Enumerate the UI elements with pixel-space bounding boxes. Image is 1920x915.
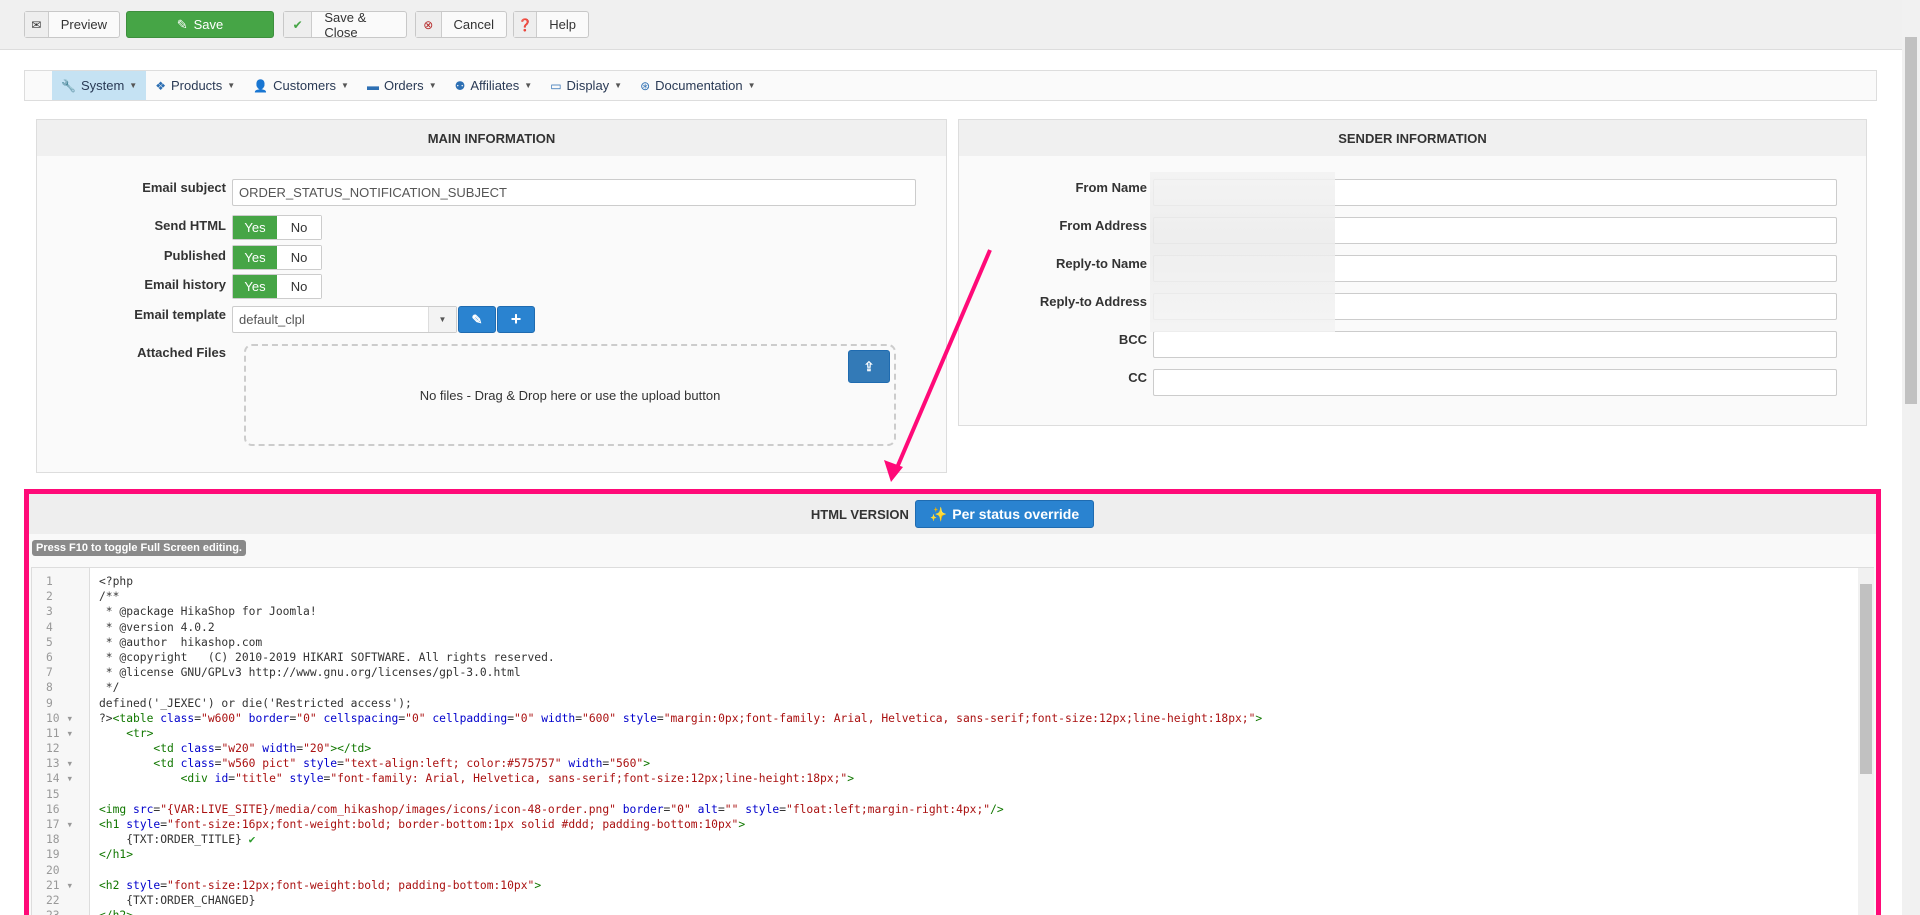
- code-editor[interactable]: 1 <?php 2/** 3 * @package HikaShop for Joom…: [31, 567, 1874, 915]
- code-text: * @version 4.0.2: [99, 620, 215, 634]
- code-line: 7 * @license GNU/GPLv3 http://www.gnu.or…: [32, 665, 1854, 680]
- code-line: 23</h2>: [32, 908, 1854, 915]
- line-number: 12: [46, 742, 60, 756]
- line-number: 13 ▾: [46, 757, 74, 771]
- editor-scrollbar[interactable]: [1858, 568, 1874, 915]
- code-text: * @copyright (C) 2010-2019 HIKARI SOFTWA…: [99, 650, 555, 664]
- page-scrollbar[interactable]: [1902, 0, 1920, 915]
- line-number: 4: [46, 620, 53, 634]
- line-number: 15: [46, 787, 60, 801]
- code-line: 8 */: [32, 680, 1854, 695]
- section-title: HTML VERSION: [810, 506, 909, 522]
- code-line: 6 * @copyright (C) 2010-2019 HIKARI SOFT…: [32, 650, 1854, 665]
- code-line: 13 ▾ <td class="w560 pict" style="text-a…: [32, 756, 1854, 771]
- html-version-header: HTML VERSION ✨ Per status override: [29, 494, 1876, 534]
- code-line: 10 ▾ ?><table class="w600" border="0" cel…: [32, 711, 1854, 726]
- line-number: 22: [46, 893, 60, 907]
- code-line: 9 defined('_JEXEC') or die('Restricted ac…: [32, 696, 1854, 711]
- line-number: 3: [46, 605, 53, 619]
- html-version-section: HTML VERSION ✨ Per status override Press …: [24, 489, 1881, 915]
- code-text: <h1 style="font-size:16px;font-weight:bo…: [99, 818, 746, 831]
- code-text: */: [99, 681, 120, 695]
- code-text: ?><table class="w600" border="0" cellspa…: [99, 711, 1263, 725]
- code-line: 20: [32, 863, 1854, 878]
- code-text: <?php: [99, 575, 134, 588]
- line-number: 5: [46, 635, 53, 649]
- code-line: 21 ▾ <h2 style="font-size:12px;font-weigh…: [32, 878, 1854, 893]
- code-text: <td class="w20" width="20"></td>: [153, 742, 372, 756]
- code-text: <h2 style="font-size:12px;font-weight:bo…: [99, 878, 542, 892]
- code-text: <tr>: [126, 726, 154, 740]
- code-text: * @author hikashop.com: [99, 635, 263, 649]
- line-number: 17 ▾: [46, 818, 74, 831]
- line-number: 23: [32, 908, 90, 915]
- code-text: defined('_JEXEC') or die('Restricted acc…: [99, 696, 412, 710]
- code-line: 22 {TXT:ORDER_CHANGED}: [32, 893, 1854, 908]
- line-number: 11 ▾: [46, 726, 74, 740]
- code-line: 2 /**: [32, 589, 1854, 604]
- code-text: * @package HikaShop for Joomla!: [99, 605, 317, 619]
- line-number: 21 ▾: [46, 878, 74, 892]
- line-number: 18: [46, 833, 60, 847]
- line-number: 16: [46, 802, 60, 816]
- code-text: {TXT:ORDER_TITLE} ✔: [99, 833, 256, 847]
- line-number: 10 ▾: [46, 711, 74, 725]
- code-text: </h2>: [90, 908, 133, 915]
- code-line: 18 {TXT:ORDER_TITLE} ✔: [32, 832, 1854, 847]
- line-number: 6: [46, 650, 53, 664]
- code-line: 17 ▾ <h1 style="font-size:16px;font-weigh…: [32, 817, 1854, 832]
- code-line: 19 </h1>: [32, 847, 1854, 862]
- code-line: 12 <td class="w20" width="20"></td>: [32, 741, 1854, 756]
- code-line: 11 ▾ <tr>: [32, 726, 1854, 741]
- code-text: {TXT:ORDER_CHANGED}: [99, 893, 256, 907]
- line-number: 9: [46, 696, 53, 710]
- line-number: 7: [46, 666, 53, 680]
- line-number: 20: [46, 863, 60, 877]
- code-text: /**: [99, 590, 120, 604]
- per-status-override-button[interactable]: ✨ Per status override: [914, 500, 1095, 528]
- code-line: 16 <img src="{VAR:LIVE_SITE}/media/com_hi…: [32, 802, 1854, 817]
- code-line: 3 * @package HikaShop for Joomla!: [32, 604, 1854, 619]
- line-number: 14 ▾: [46, 772, 74, 786]
- line-number: 2: [46, 590, 53, 604]
- fullscreen-hint: Press F10 to toggle Full Screen editing.: [32, 540, 246, 556]
- code-line: 15: [32, 787, 1854, 802]
- code-text: <div id="title" style="font-family: Aria…: [180, 772, 855, 786]
- line-number: 1: [46, 575, 53, 588]
- code-line: 1 <?php: [32, 574, 1854, 589]
- line-number: 8: [46, 681, 53, 695]
- code-text: * @license GNU/GPLv3 http://www.gnu.org/…: [99, 666, 521, 680]
- line-number: 19: [46, 848, 60, 862]
- magic-wand-icon: ✨: [929, 505, 948, 522]
- code-text: <td class="w560 pict" style="text-align:…: [153, 757, 651, 771]
- code-line: 5 * @author hikashop.com: [32, 635, 1854, 650]
- code-text: <img src="{VAR:LIVE_SITE}/media/com_hika…: [99, 802, 1004, 816]
- code-line: 4 * @version 4.0.2: [32, 620, 1854, 635]
- code-text: </h1>: [99, 848, 134, 862]
- code-line: 14 ▾ <div id="title" style="font-family:…: [32, 771, 1854, 786]
